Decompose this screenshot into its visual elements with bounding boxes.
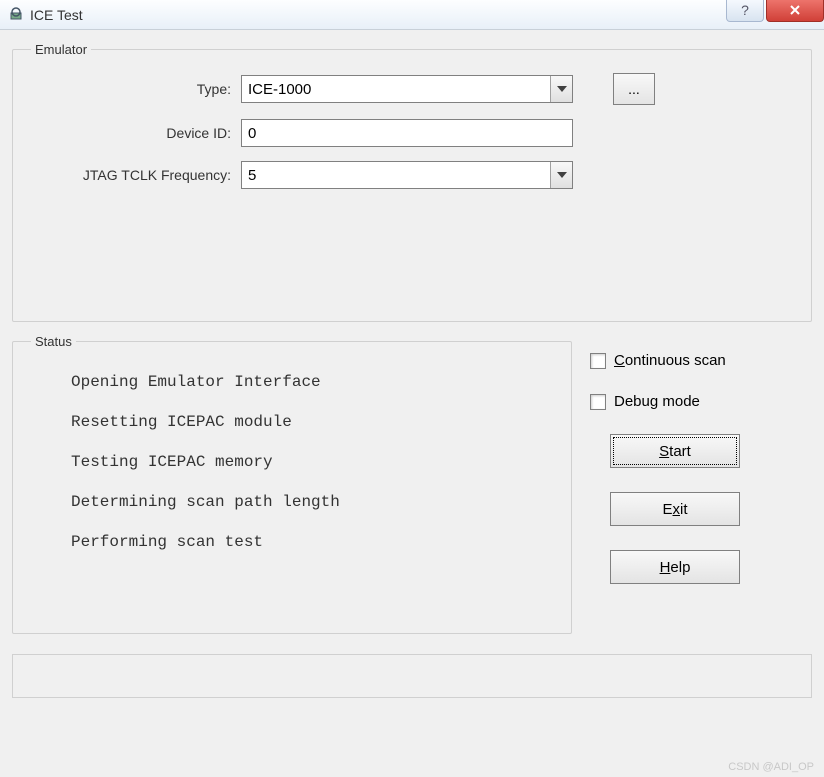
app-icon (8, 7, 24, 23)
jtag-row: JTAG TCLK Frequency: (31, 161, 793, 189)
start-button[interactable]: Start (610, 434, 740, 468)
checkbox-icon[interactable] (590, 353, 606, 369)
status-list: Opening Emulator Interface Resetting ICE… (31, 365, 553, 581)
checkbox-icon[interactable] (590, 394, 606, 410)
jtag-combobox[interactable] (241, 161, 573, 189)
exit-button[interactable]: Exit (610, 492, 740, 526)
continuous-scan-label: Continuous scan (614, 352, 726, 369)
dialog-body: Emulator Type: ... Device ID: JTAG TCLK … (0, 30, 824, 757)
right-panel: Continuous scan Debug mode Start Exit He… (590, 334, 812, 646)
bottom-panel (12, 654, 812, 698)
lower-section: Status Opening Emulator Interface Resett… (12, 334, 812, 646)
device-id-input[interactable] (241, 119, 573, 147)
debug-mode-checkbox[interactable]: Debug mode (590, 393, 812, 410)
status-item: Resetting ICEPAC module (71, 413, 513, 431)
emulator-group: Emulator Type: ... Device ID: JTAG TCLK … (12, 42, 812, 322)
type-row: Type: ... (31, 73, 793, 105)
status-item: Determining scan path length (71, 493, 513, 511)
status-legend: Status (31, 334, 76, 349)
emulator-legend: Emulator (31, 42, 91, 57)
status-group: Status Opening Emulator Interface Resett… (12, 334, 572, 634)
type-label: Type: (31, 81, 241, 97)
watermark: CSDN @ADI_OP (728, 761, 814, 773)
context-help-button[interactable]: ? (726, 0, 764, 22)
debug-mode-label: Debug mode (614, 393, 700, 410)
jtag-label: JTAG TCLK Frequency: (31, 167, 241, 183)
type-input[interactable] (242, 76, 550, 102)
window-controls: ? (726, 0, 824, 22)
status-item: Opening Emulator Interface (71, 373, 513, 391)
window-title: ICE Test (30, 7, 83, 23)
device-id-label: Device ID: (31, 125, 241, 141)
jtag-input[interactable] (242, 162, 550, 188)
titlebar: ICE Test ? (0, 0, 824, 30)
close-button[interactable] (766, 0, 824, 22)
status-item: Performing scan test (71, 533, 513, 551)
help-button[interactable]: Help (610, 550, 740, 584)
chevron-down-icon[interactable] (550, 162, 572, 188)
chevron-down-icon[interactable] (550, 76, 572, 102)
type-combobox[interactable] (241, 75, 573, 103)
device-id-row: Device ID: (31, 119, 793, 147)
browse-button[interactable]: ... (613, 73, 655, 105)
status-item: Testing ICEPAC memory (71, 453, 513, 471)
continuous-scan-checkbox[interactable]: Continuous scan (590, 352, 812, 369)
